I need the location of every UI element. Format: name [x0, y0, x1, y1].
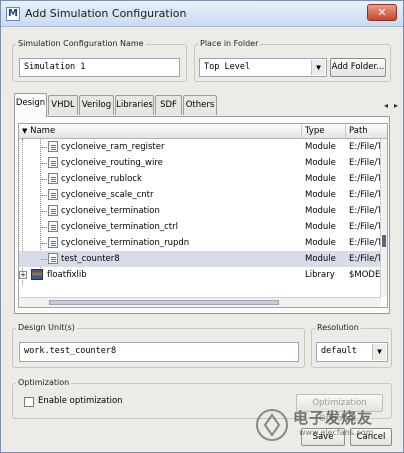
row-name: cycloneive_scale_cntr — [61, 190, 154, 200]
row-type: Module — [305, 254, 336, 264]
row-path: E:/File/TI — [349, 206, 381, 216]
place-in-folder-select[interactable]: Top Level ▼ — [199, 58, 327, 77]
row-name: cycloneive_termination — [61, 206, 160, 216]
design-units-label: Design Unit(s) — [16, 323, 77, 332]
place-in-folder-label: Place in Folder — [198, 39, 261, 48]
scrollbar-thumb[interactable] — [382, 235, 386, 247]
row-type: Module — [305, 190, 336, 200]
row-name: cycloneive_termination_rupdn — [61, 238, 190, 248]
module-icon — [48, 157, 58, 168]
chevron-down-icon[interactable]: ▼ — [372, 344, 386, 360]
scrollbar-thumb[interactable] — [49, 300, 279, 305]
tab-libraries[interactable]: Libraries — [115, 95, 154, 115]
tab-others[interactable]: Others — [183, 95, 217, 115]
design-units-input[interactable]: work.test_counter8 — [19, 342, 299, 362]
module-icon — [48, 189, 58, 200]
row-path: E:/File/TI — [349, 174, 381, 184]
row-name: cycloneive_routing_wire — [61, 158, 163, 168]
add-simulation-configuration-dialog: M Add Simulation Configuration ✕ Simulat… — [0, 0, 404, 453]
column-header-path[interactable]: Path — [346, 124, 387, 139]
tab-scroll-left-icon[interactable]: ◂ — [381, 99, 391, 113]
module-icon — [48, 173, 58, 184]
row-name: cycloneive_termination_ctrl — [61, 222, 178, 232]
tree-row[interactable]: cycloneive_termination Module E:/File/TI — [19, 203, 381, 219]
title-bar[interactable]: M Add Simulation Configuration ✕ — [1, 1, 403, 27]
sim-config-name-label: Simulation Configuration Name — [16, 39, 146, 48]
tree-row[interactable]: cycloneive_termination_rupdn Module E:/F… — [19, 235, 381, 251]
row-type: Module — [305, 238, 336, 248]
enable-optimization-checkbox[interactable] — [24, 397, 34, 407]
row-path: E:/File/TI — [349, 238, 381, 248]
tree-vertical-scrollbar[interactable] — [380, 139, 387, 297]
watermark-text-url: www.elecfans.com — [299, 428, 374, 437]
design-tab-panel: ▼ Name Type Path cycloneive_ram_register… — [14, 116, 390, 314]
tab-sdf[interactable]: SDF — [155, 95, 182, 115]
module-icon — [48, 237, 58, 248]
module-icon — [48, 221, 58, 232]
tab-scroll-right-icon[interactable]: ▸ — [391, 99, 401, 113]
column-header-name[interactable]: ▼ Name — [19, 124, 302, 139]
tree-horizontal-scrollbar[interactable] — [19, 297, 381, 307]
place-in-folder-value: Top Level — [204, 62, 251, 72]
tab-design[interactable]: Design — [14, 93, 47, 117]
row-name: test_counter8 — [61, 254, 120, 264]
tab-verilog[interactable]: Verilog — [79, 95, 114, 115]
row-path: $MODEL — [349, 270, 381, 280]
column-header-type[interactable]: Type — [302, 124, 346, 139]
row-path: E:/File/TI — [349, 158, 381, 168]
row-path: E:/File/TI — [349, 190, 381, 200]
tree-row-selected[interactable]: test_counter8 Module E:/File/TI — [19, 251, 381, 267]
elecfans-watermark: 电子发烧友 www.elecfans.com — [253, 401, 403, 449]
expand-plus-icon[interactable]: + — [19, 271, 27, 279]
row-path: E:/File/TI — [349, 142, 381, 152]
add-folder-button[interactable]: Add Folder... — [330, 58, 386, 77]
row-name: cycloneive_ram_register — [61, 142, 165, 152]
row-type: Module — [305, 222, 336, 232]
module-icon — [48, 253, 58, 264]
tree-header: ▼ Name Type Path — [19, 124, 387, 139]
resolution-value: default — [321, 346, 357, 356]
module-icon — [48, 141, 58, 152]
row-type: Module — [305, 158, 336, 168]
resolution-select[interactable]: default ▼ — [316, 342, 388, 362]
row-type: Module — [305, 174, 336, 184]
tree-row[interactable]: cycloneive_scale_cntr Module E:/File/TI — [19, 187, 381, 203]
sort-arrow-icon: ▼ — [22, 127, 28, 135]
window-title: Add Simulation Configuration — [25, 7, 187, 20]
optimization-label: Optimization — [16, 378, 72, 387]
row-type: Module — [305, 206, 336, 216]
module-icon — [48, 205, 58, 216]
enable-optimization-label: Enable optimization — [38, 396, 123, 406]
chevron-down-icon[interactable]: ▼ — [311, 60, 325, 75]
tree-row[interactable]: cycloneive_ram_register Module E:/File/T… — [19, 139, 381, 155]
column-name-label: Name — [30, 126, 56, 136]
sim-config-name-input[interactable]: Simulation 1 — [19, 58, 180, 77]
watermark-text-cn: 电子发烧友 — [293, 409, 374, 427]
tree-row[interactable]: cycloneive_routing_wire Module E:/File/T… — [19, 155, 381, 171]
close-button[interactable]: ✕ — [367, 4, 397, 21]
row-type: Module — [305, 142, 336, 152]
resolution-label: Resolution — [315, 323, 361, 332]
tab-vhdl[interactable]: VHDL — [48, 95, 78, 115]
watermark-logo-icon — [256, 409, 288, 441]
row-name: floatfixlib — [47, 270, 87, 280]
library-icon — [31, 269, 43, 280]
tree-row[interactable]: + floatfixlib Library $MODEL — [19, 267, 381, 283]
tree-row[interactable]: cycloneive_rublock Module E:/File/TI — [19, 171, 381, 187]
row-path: E:/File/TI — [349, 222, 381, 232]
modelsim-app-icon: M — [6, 7, 20, 21]
row-path: E:/File/TI — [349, 254, 381, 264]
row-type: Library — [305, 270, 335, 280]
tree-row[interactable]: cycloneive_termination_ctrl Module E:/Fi… — [19, 219, 381, 235]
design-tree: ▼ Name Type Path cycloneive_ram_register… — [18, 123, 388, 308]
row-name: cycloneive_rublock — [61, 174, 142, 184]
